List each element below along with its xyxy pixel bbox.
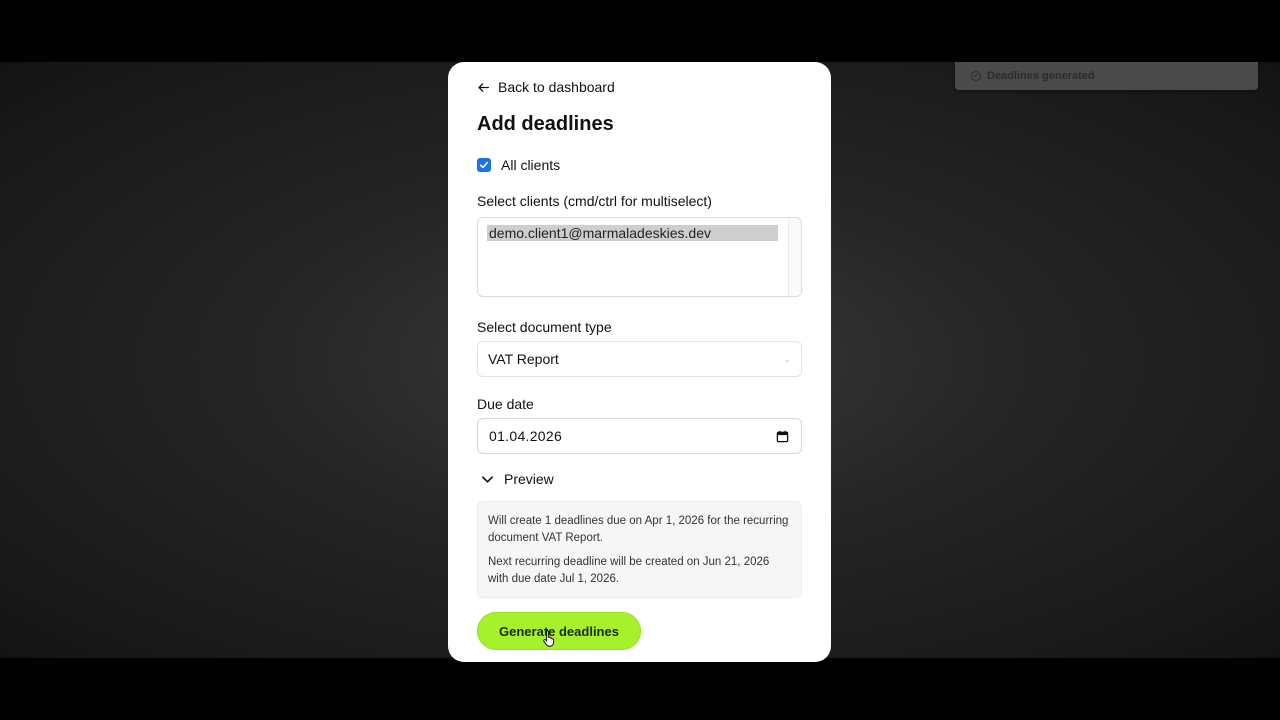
preview-recurring-text: Next recurring deadline will be created … [488, 556, 770, 585]
due-date-label: Due date [477, 396, 534, 412]
toast-text: Deadlines generated [987, 70, 1095, 82]
arrow-left-icon [478, 82, 490, 92]
preview-toggle[interactable]: Preview [477, 469, 802, 489]
multiselect-scrollbar[interactable] [788, 218, 801, 296]
check-circle-icon: ✓ [971, 71, 981, 81]
toast-notification: ✓ Deadlines generated [955, 62, 1258, 90]
chevron-down-icon [482, 475, 493, 483]
all-clients-row: All clients [477, 157, 802, 173]
generate-deadlines-button[interactable]: Generate deadlines [477, 612, 641, 650]
back-link-label: Back to dashboard [498, 79, 615, 95]
document-type-select[interactable]: VAT Report ⌄ [477, 341, 802, 377]
preview-label: Preview [504, 471, 554, 487]
all-clients-checkbox[interactable] [477, 158, 491, 172]
document-type-label: Select document type [477, 319, 612, 335]
pointer-cursor-icon [543, 630, 555, 647]
due-date-input[interactable]: 01.04.2026 [477, 418, 802, 454]
clients-multiselect[interactable]: demo.client1@marmaladeskies.dev [477, 217, 802, 297]
checkmark-icon [479, 161, 489, 169]
preview-summary-text: Will create 1 deadlines due on Apr 1, 20… [488, 515, 789, 544]
client-option-selected[interactable]: demo.client1@marmaladeskies.dev [487, 225, 778, 241]
clients-select-label: Select clients (cmd/ctrl for multiselect… [477, 193, 712, 209]
calendar-icon[interactable] [776, 430, 789, 443]
preview-panel: Will create 1 deadlines due on Apr 1, 20… [477, 501, 802, 598]
back-to-dashboard-link[interactable]: Back to dashboard [477, 78, 802, 96]
page-title: Add deadlines [477, 113, 614, 135]
generate-button-label: Generate deadlines [499, 623, 619, 639]
due-date-value: 01.04.2026 [489, 428, 563, 444]
chevron-down-icon: ⌄ [783, 353, 791, 364]
document-type-value: VAT Report [488, 351, 559, 367]
add-deadlines-panel: Back to dashboard Add deadlines All clie… [448, 62, 831, 662]
all-clients-label: All clients [501, 157, 561, 173]
